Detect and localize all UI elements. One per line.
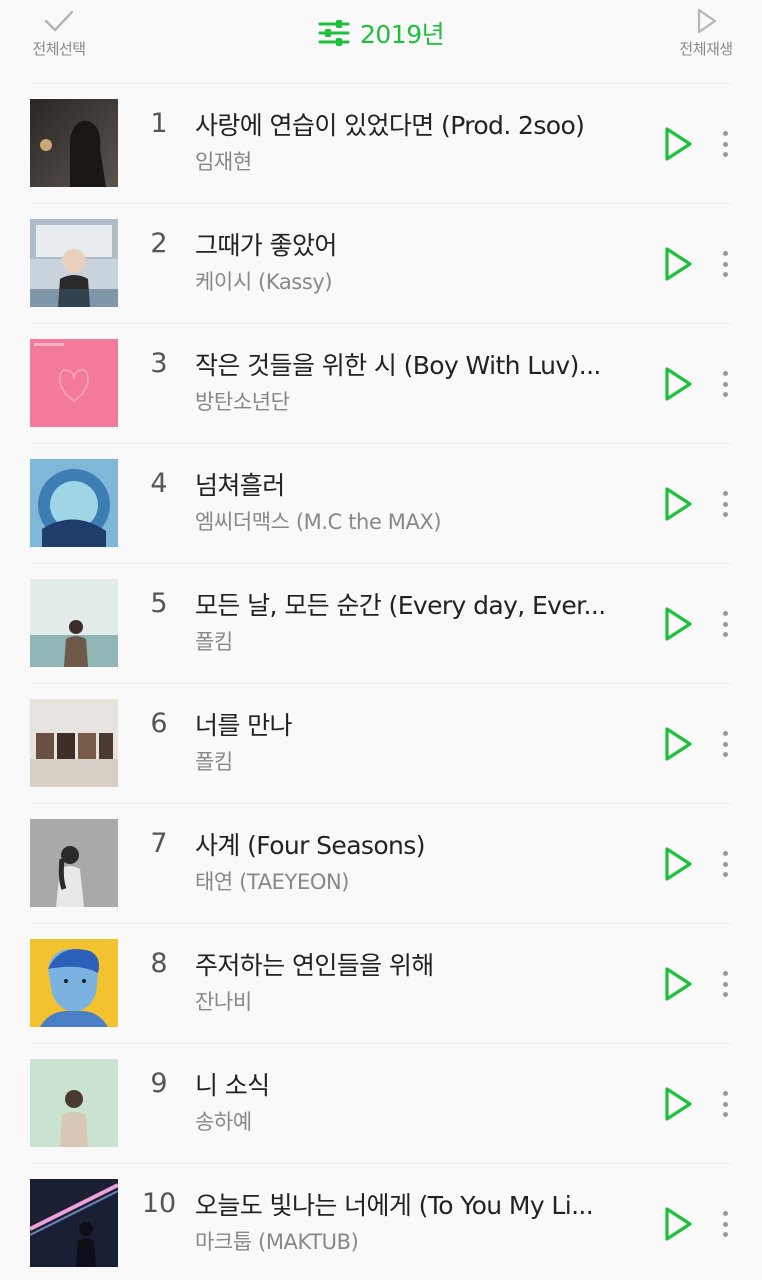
song-title: 오늘도 빛나는 너에게 (To You My Li...	[195, 1191, 594, 1220]
play-icon[interactable]	[660, 964, 696, 1004]
song-title: 그때가 좋았어	[195, 231, 337, 260]
rank-number: 8	[150, 948, 168, 979]
song-row[interactable]: 8 주저하는 연인들을 위해 잔나비	[30, 924, 732, 1044]
song-list: 1 사랑에 연습이 있었다면 (Prod. 2soo) 임재현 2 그때가 좋았…	[0, 84, 762, 1280]
artist-name: 폴킴	[195, 750, 233, 774]
song-row[interactable]: 6 너를 만나 폴킴	[30, 684, 732, 804]
play-icon[interactable]	[660, 124, 696, 164]
more-options-icon[interactable]	[712, 368, 738, 400]
more-options-icon[interactable]	[712, 488, 738, 520]
rank-number: 2	[150, 228, 168, 259]
artist-name: 잔나비	[195, 990, 252, 1014]
song-title: 사랑에 연습이 있었다면 (Prod. 2soo)	[195, 111, 585, 140]
album-art-thumbnail	[30, 339, 118, 427]
album-art-thumbnail	[30, 1059, 118, 1147]
rank-number: 6	[150, 708, 168, 739]
more-options-icon[interactable]	[712, 1208, 738, 1240]
rank-number: 10	[141, 1188, 177, 1219]
rank-number: 3	[150, 348, 168, 379]
rank-number: 9	[150, 1068, 168, 1099]
artist-name: 엠씨더맥스 (M.C the MAX)	[195, 510, 442, 534]
more-options-icon[interactable]	[712, 1088, 738, 1120]
song-row[interactable]: 2 그때가 좋았어 케이시 (Kassy)	[30, 204, 732, 324]
song-title: 주저하는 연인들을 위해	[195, 951, 434, 980]
artist-name: 송하예	[195, 1110, 252, 1134]
song-title: 사계 (Four Seasons)	[195, 831, 425, 860]
play-all-label: 전체재생	[679, 40, 733, 58]
artist-name: 폴킴	[195, 630, 233, 654]
album-art-thumbnail	[30, 819, 118, 907]
play-icon[interactable]	[660, 1084, 696, 1124]
album-art-thumbnail	[30, 939, 118, 1027]
rank-number: 7	[150, 828, 168, 859]
year-label: 2019년	[360, 20, 445, 49]
album-art-thumbnail	[30, 99, 118, 187]
song-row[interactable]: 7 사계 (Four Seasons) 태연 (TAEYEON)	[30, 804, 732, 924]
song-title: 작은 것들을 위한 시 (Boy With Luv)...	[195, 351, 601, 380]
song-row[interactable]: 4 넘쳐흘러 엠씨더맥스 (M.C the MAX)	[30, 444, 732, 564]
more-options-icon[interactable]	[712, 608, 738, 640]
song-row[interactable]: 3 작은 것들을 위한 시 (Boy With Luv)... 방탄소년단	[30, 324, 732, 444]
song-row[interactable]: 9 니 소식 송하예	[30, 1044, 732, 1164]
artist-name: 임재현	[195, 150, 252, 174]
rank-number: 5	[150, 588, 168, 619]
top-toolbar: 전체선택 2019년 전체재생	[0, 0, 762, 84]
play-icon	[697, 8, 717, 34]
more-options-icon[interactable]	[712, 728, 738, 760]
play-icon[interactable]	[660, 844, 696, 884]
album-art-thumbnail	[30, 579, 118, 667]
album-art-thumbnail	[30, 1179, 118, 1267]
play-icon[interactable]	[660, 244, 696, 284]
album-art-thumbnail	[30, 699, 118, 787]
play-icon[interactable]	[660, 364, 696, 404]
select-all-label: 전체선택	[32, 40, 86, 58]
album-art-thumbnail	[30, 459, 118, 547]
artist-name: 방탄소년단	[195, 390, 290, 414]
chart-page: 전체선택 2019년 전체재생 1 사랑에 연습이 있었다면 (Prod. 2s…	[0, 0, 762, 1280]
artist-name: 태연 (TAEYEON)	[195, 870, 350, 894]
album-art-thumbnail	[30, 219, 118, 307]
filter-sliders-icon	[318, 20, 350, 46]
play-icon[interactable]	[660, 724, 696, 764]
checkmark-icon	[44, 10, 74, 32]
more-options-icon[interactable]	[712, 248, 738, 280]
select-all-button[interactable]: 전체선택	[24, 6, 94, 59]
song-row[interactable]: 1 사랑에 연습이 있었다면 (Prod. 2soo) 임재현	[30, 84, 732, 204]
year-filter-button[interactable]: 2019년	[318, 14, 445, 52]
play-all-button[interactable]: 전체재생	[668, 6, 744, 59]
rank-number: 4	[150, 468, 168, 499]
play-icon[interactable]	[660, 604, 696, 644]
rank-number: 1	[150, 108, 168, 139]
song-row[interactable]: 5 모든 날, 모든 순간 (Every day, Ever... 폴킴	[30, 564, 732, 684]
artist-name: 마크툽 (MAKTUB)	[195, 1230, 359, 1254]
artist-name: 케이시 (Kassy)	[195, 270, 333, 294]
song-title: 니 소식	[195, 1071, 270, 1100]
song-title: 모든 날, 모든 순간 (Every day, Ever...	[195, 591, 606, 620]
play-icon[interactable]	[660, 1204, 696, 1244]
more-options-icon[interactable]	[712, 848, 738, 880]
song-row[interactable]: 10 오늘도 빛나는 너에게 (To You My Li... 마크툽 (MAK…	[30, 1164, 732, 1280]
more-options-icon[interactable]	[712, 968, 738, 1000]
song-title: 넘쳐흘러	[195, 471, 285, 500]
song-title: 너를 만나	[195, 711, 293, 740]
play-icon[interactable]	[660, 484, 696, 524]
more-options-icon[interactable]	[712, 128, 738, 160]
